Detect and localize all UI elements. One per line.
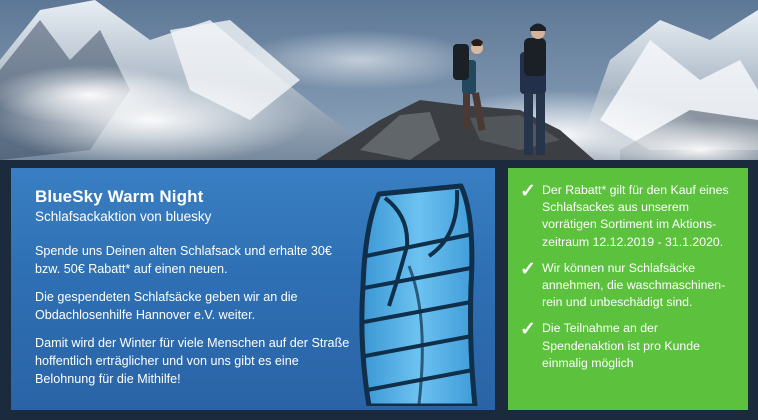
campaign-paragraph-charity: Die gespendeten Schlafsäcke geben wir an… bbox=[35, 290, 298, 322]
condition-text: Wir können nur Schlafsäcke annehmen, die… bbox=[542, 260, 726, 310]
conditions-panel: ✓ Der Rabatt* gilt für den Kauf eines Sc… bbox=[508, 168, 748, 410]
check-icon: ✓ bbox=[520, 258, 536, 280]
condition-item: ✓ Wir können nur Schlafsäcke annehmen, d… bbox=[520, 260, 738, 312]
campaign-info-panel: BlueSky Warm Night Schlafsackaktion von … bbox=[11, 168, 495, 410]
check-icon: ✓ bbox=[520, 181, 536, 202]
condition-text: Der Rabatt* gilt für den Kauf eines Schl… bbox=[542, 183, 729, 249]
condition-text: Die Teilnahme an der Spendenaktion ist p… bbox=[542, 321, 700, 370]
sleeping-bag-icon bbox=[359, 183, 478, 406]
condition-item: ✓ Die Teilnahme an der Spendenaktion ist… bbox=[520, 320, 738, 372]
check-icon: ✓ bbox=[520, 319, 536, 341]
condition-item: ✓ Der Rabatt* gilt für den Kauf eines Sc… bbox=[520, 182, 738, 251]
campaign-paragraph-reward: Damit wird der Winter für viele Menschen… bbox=[35, 336, 350, 386]
promo-banner: BlueSky Warm Night Schlafsackaktion von … bbox=[0, 0, 758, 420]
campaign-paragraph-donate: Spende uns Deinen alten Schlafsack und e… bbox=[35, 244, 332, 276]
